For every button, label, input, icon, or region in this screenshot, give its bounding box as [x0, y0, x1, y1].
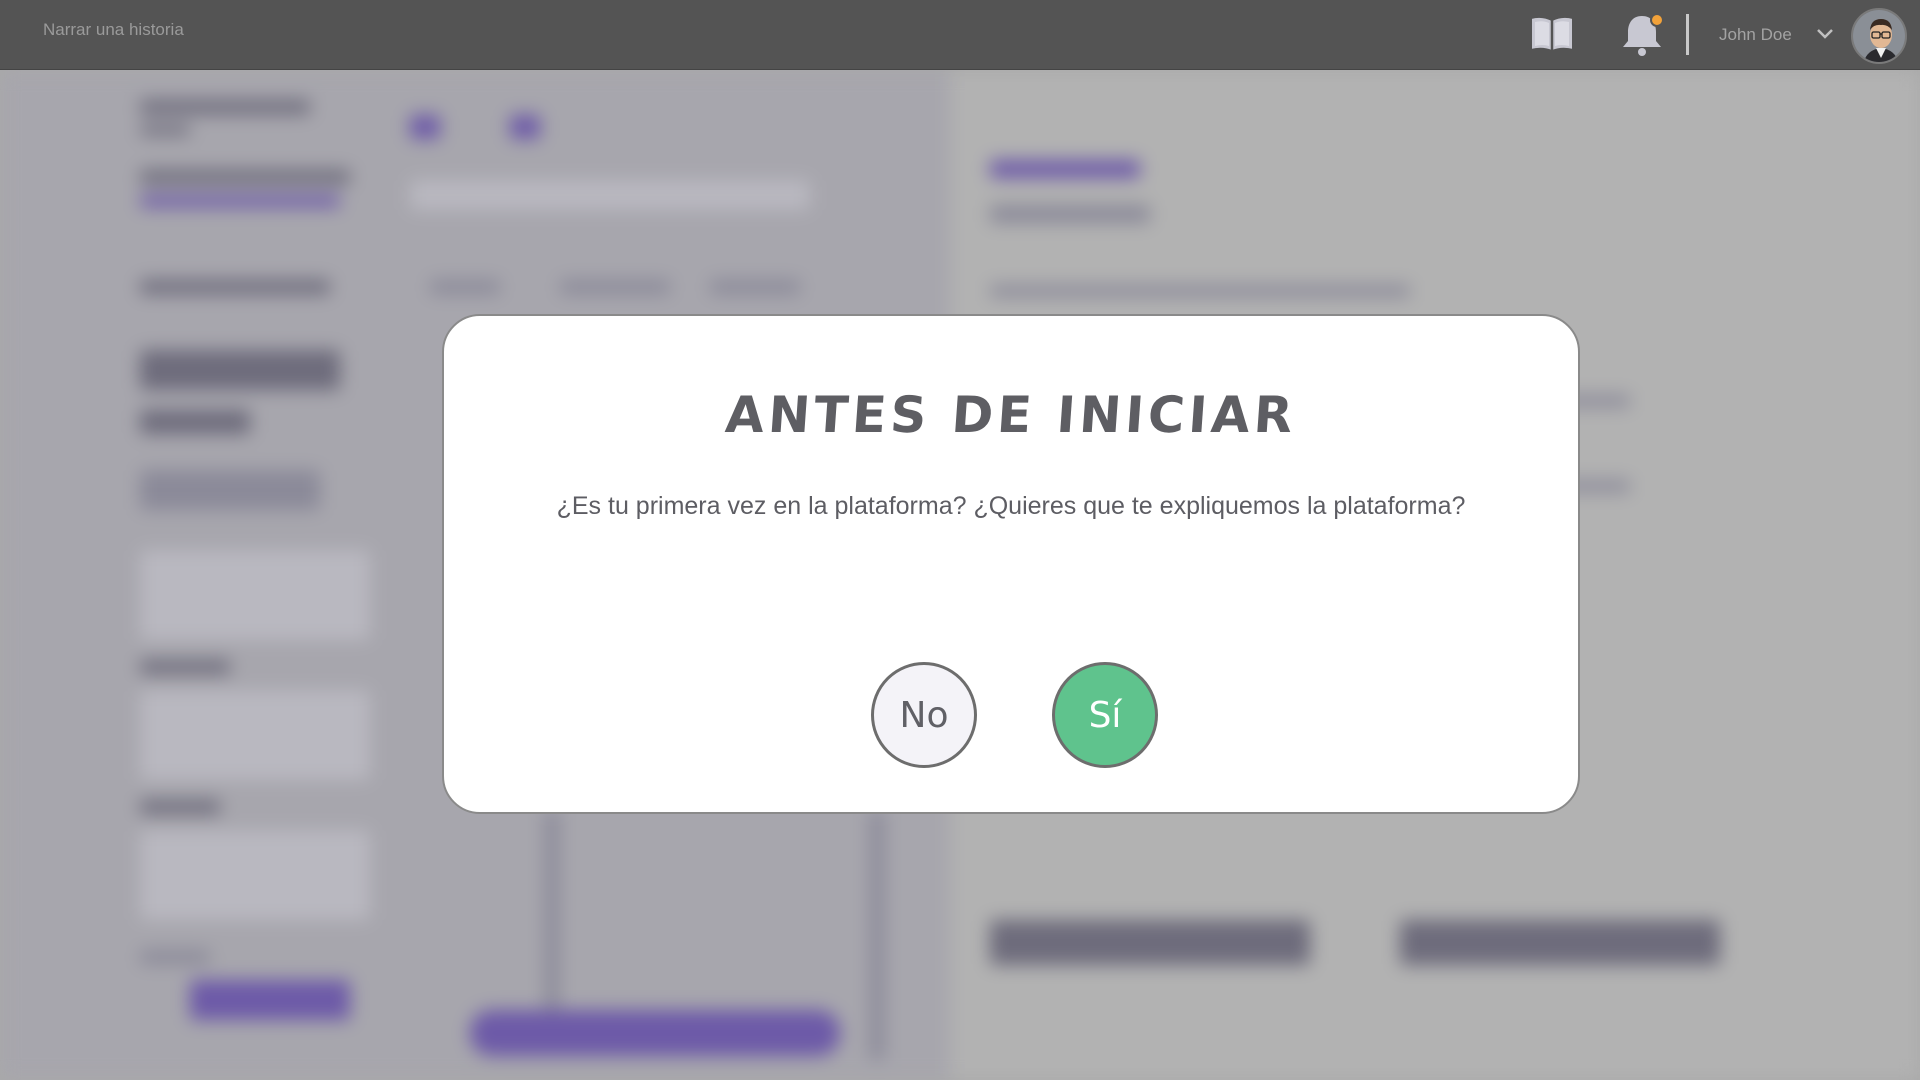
- bg-block: [410, 180, 810, 210]
- no-button[interactable]: No: [871, 662, 977, 768]
- bg-block: [140, 100, 310, 114]
- bg-block: [1400, 920, 1720, 965]
- bg-block: [140, 280, 330, 294]
- yes-button[interactable]: Sí: [1052, 662, 1158, 768]
- bg-block: [870, 810, 884, 1060]
- app-title[interactable]: Narrar una historia: [43, 20, 184, 40]
- bg-block: [140, 350, 340, 390]
- bg-block: [140, 170, 350, 184]
- modal-message: ¿Es tu primera vez en la plataforma? ¿Qu…: [556, 492, 1466, 520]
- bg-block: [140, 125, 190, 135]
- bg-block: [990, 285, 1410, 297]
- bg-block: [140, 950, 210, 964]
- modal-title: ANTES DE INICIAR: [723, 386, 1299, 444]
- bg-block: [470, 1010, 840, 1056]
- bg-block: [560, 280, 670, 294]
- bg-block: [430, 280, 500, 294]
- bg-block: [190, 980, 350, 1020]
- bg-block: [140, 195, 340, 207]
- header-divider: [1686, 14, 1689, 55]
- chevron-down-icon[interactable]: [1815, 27, 1835, 41]
- bg-block: [990, 920, 1310, 965]
- bg-block: [140, 830, 370, 920]
- avatar-portrait: [1853, 10, 1905, 62]
- onboarding-modal: ANTES DE INICIAR ¿Es tu primera vez en l…: [442, 314, 1580, 814]
- bg-block: [990, 160, 1140, 178]
- bg-block: [710, 280, 800, 294]
- bg-block: [140, 800, 220, 814]
- top-bar: Narrar una historia John Doe: [0, 0, 1920, 70]
- bg-block: [140, 470, 320, 510]
- bg-block: [510, 115, 540, 139]
- notification-dot: [1650, 13, 1664, 27]
- bg-block: [140, 660, 230, 674]
- bg-block: [140, 550, 370, 640]
- bg-block: [545, 810, 559, 1010]
- bg-block: [990, 205, 1150, 223]
- bg-block: [410, 115, 440, 139]
- user-name[interactable]: John Doe: [1719, 25, 1792, 45]
- avatar[interactable]: [1851, 8, 1907, 64]
- bg-block: [140, 690, 370, 780]
- bg-block: [140, 410, 250, 434]
- book-icon[interactable]: [1528, 13, 1576, 55]
